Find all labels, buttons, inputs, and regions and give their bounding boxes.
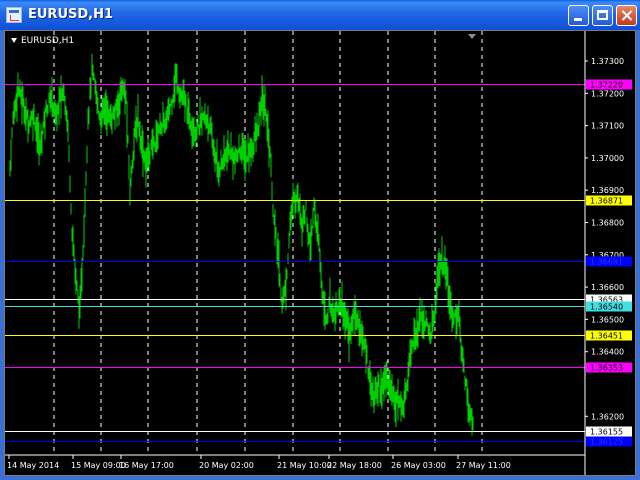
level-label-text: 1.36871 (590, 197, 623, 206)
maximize-button[interactable] (592, 5, 613, 26)
time-tick-label: 27 May 11:00 (456, 461, 511, 470)
level-label-text: 1.36681 (590, 258, 623, 267)
chart-area[interactable]: 1.37300 1.37200 1.37100 1.37000 1.36900 1.368… (4, 30, 636, 476)
time-tick-label: 26 May 03:00 (391, 461, 446, 470)
level-label-text: 1.37229 (590, 81, 623, 90)
time-tick-label: 15 May 09:00 (71, 461, 126, 470)
time-tick-label: 22 May 18:00 (327, 461, 382, 470)
level-label-text: 1.36353 (590, 364, 623, 373)
price-chart[interactable]: 1.37300 1.37200 1.37100 1.37000 1.36900 1.368… (5, 31, 635, 475)
level-label-text: 1.36125 (590, 438, 623, 447)
time-tick-label: 16 May 17:00 (119, 461, 174, 470)
level-price-labels: 1.372291.368711.366811.365631.365401.364… (586, 79, 632, 447)
price-tick-label: 1.36900 (591, 186, 624, 195)
symbol-text: EURUSD,H1 (21, 36, 75, 46)
level-label-text: 1.36451 (590, 332, 623, 341)
price-tick-label: 1.37100 (591, 122, 624, 131)
price-tick-label: 1.36800 (591, 219, 624, 228)
price-tick-label: 1.36600 (591, 283, 624, 292)
close-button[interactable] (616, 5, 637, 26)
window-title: EURUSD,H1 (28, 7, 114, 22)
horizontal-levels[interactable] (5, 84, 585, 442)
application-window: EURUSD,H1 1.37300 1.37200 1.37100 1.37000 1.… (0, 0, 640, 480)
level-label-text: 1.36540 (590, 303, 623, 312)
dropdown-triangle-icon (11, 38, 17, 43)
minimize-button[interactable] (568, 5, 589, 26)
time-tick-label: 14 May 2014 (7, 461, 59, 470)
price-tick-label: 1.36200 (591, 412, 624, 421)
time-axis: 14 May 2014 15 May 09:0016 May 17:00 20 Ma… (7, 455, 511, 470)
symbol-timeframe-label: EURUSD,H1 (11, 36, 74, 46)
ohlc-bars (9, 53, 474, 436)
level-label-text: 1.36155 (590, 428, 623, 437)
price-tick-label: 1.36400 (591, 348, 624, 357)
price-tick-label: 1.37000 (591, 154, 624, 163)
title-bar[interactable]: EURUSD,H1 (0, 0, 640, 30)
price-tick-label: 1.37200 (591, 89, 624, 98)
chart-window-icon (6, 7, 22, 23)
price-tick-label: 1.36500 (591, 315, 624, 324)
time-tick-label: 21 May 10:00 (277, 461, 332, 470)
chart-shift-marker[interactable] (468, 34, 476, 39)
price-tick-label: 1.37300 (591, 57, 624, 66)
time-tick-label: 20 May 02:00 (199, 461, 254, 470)
